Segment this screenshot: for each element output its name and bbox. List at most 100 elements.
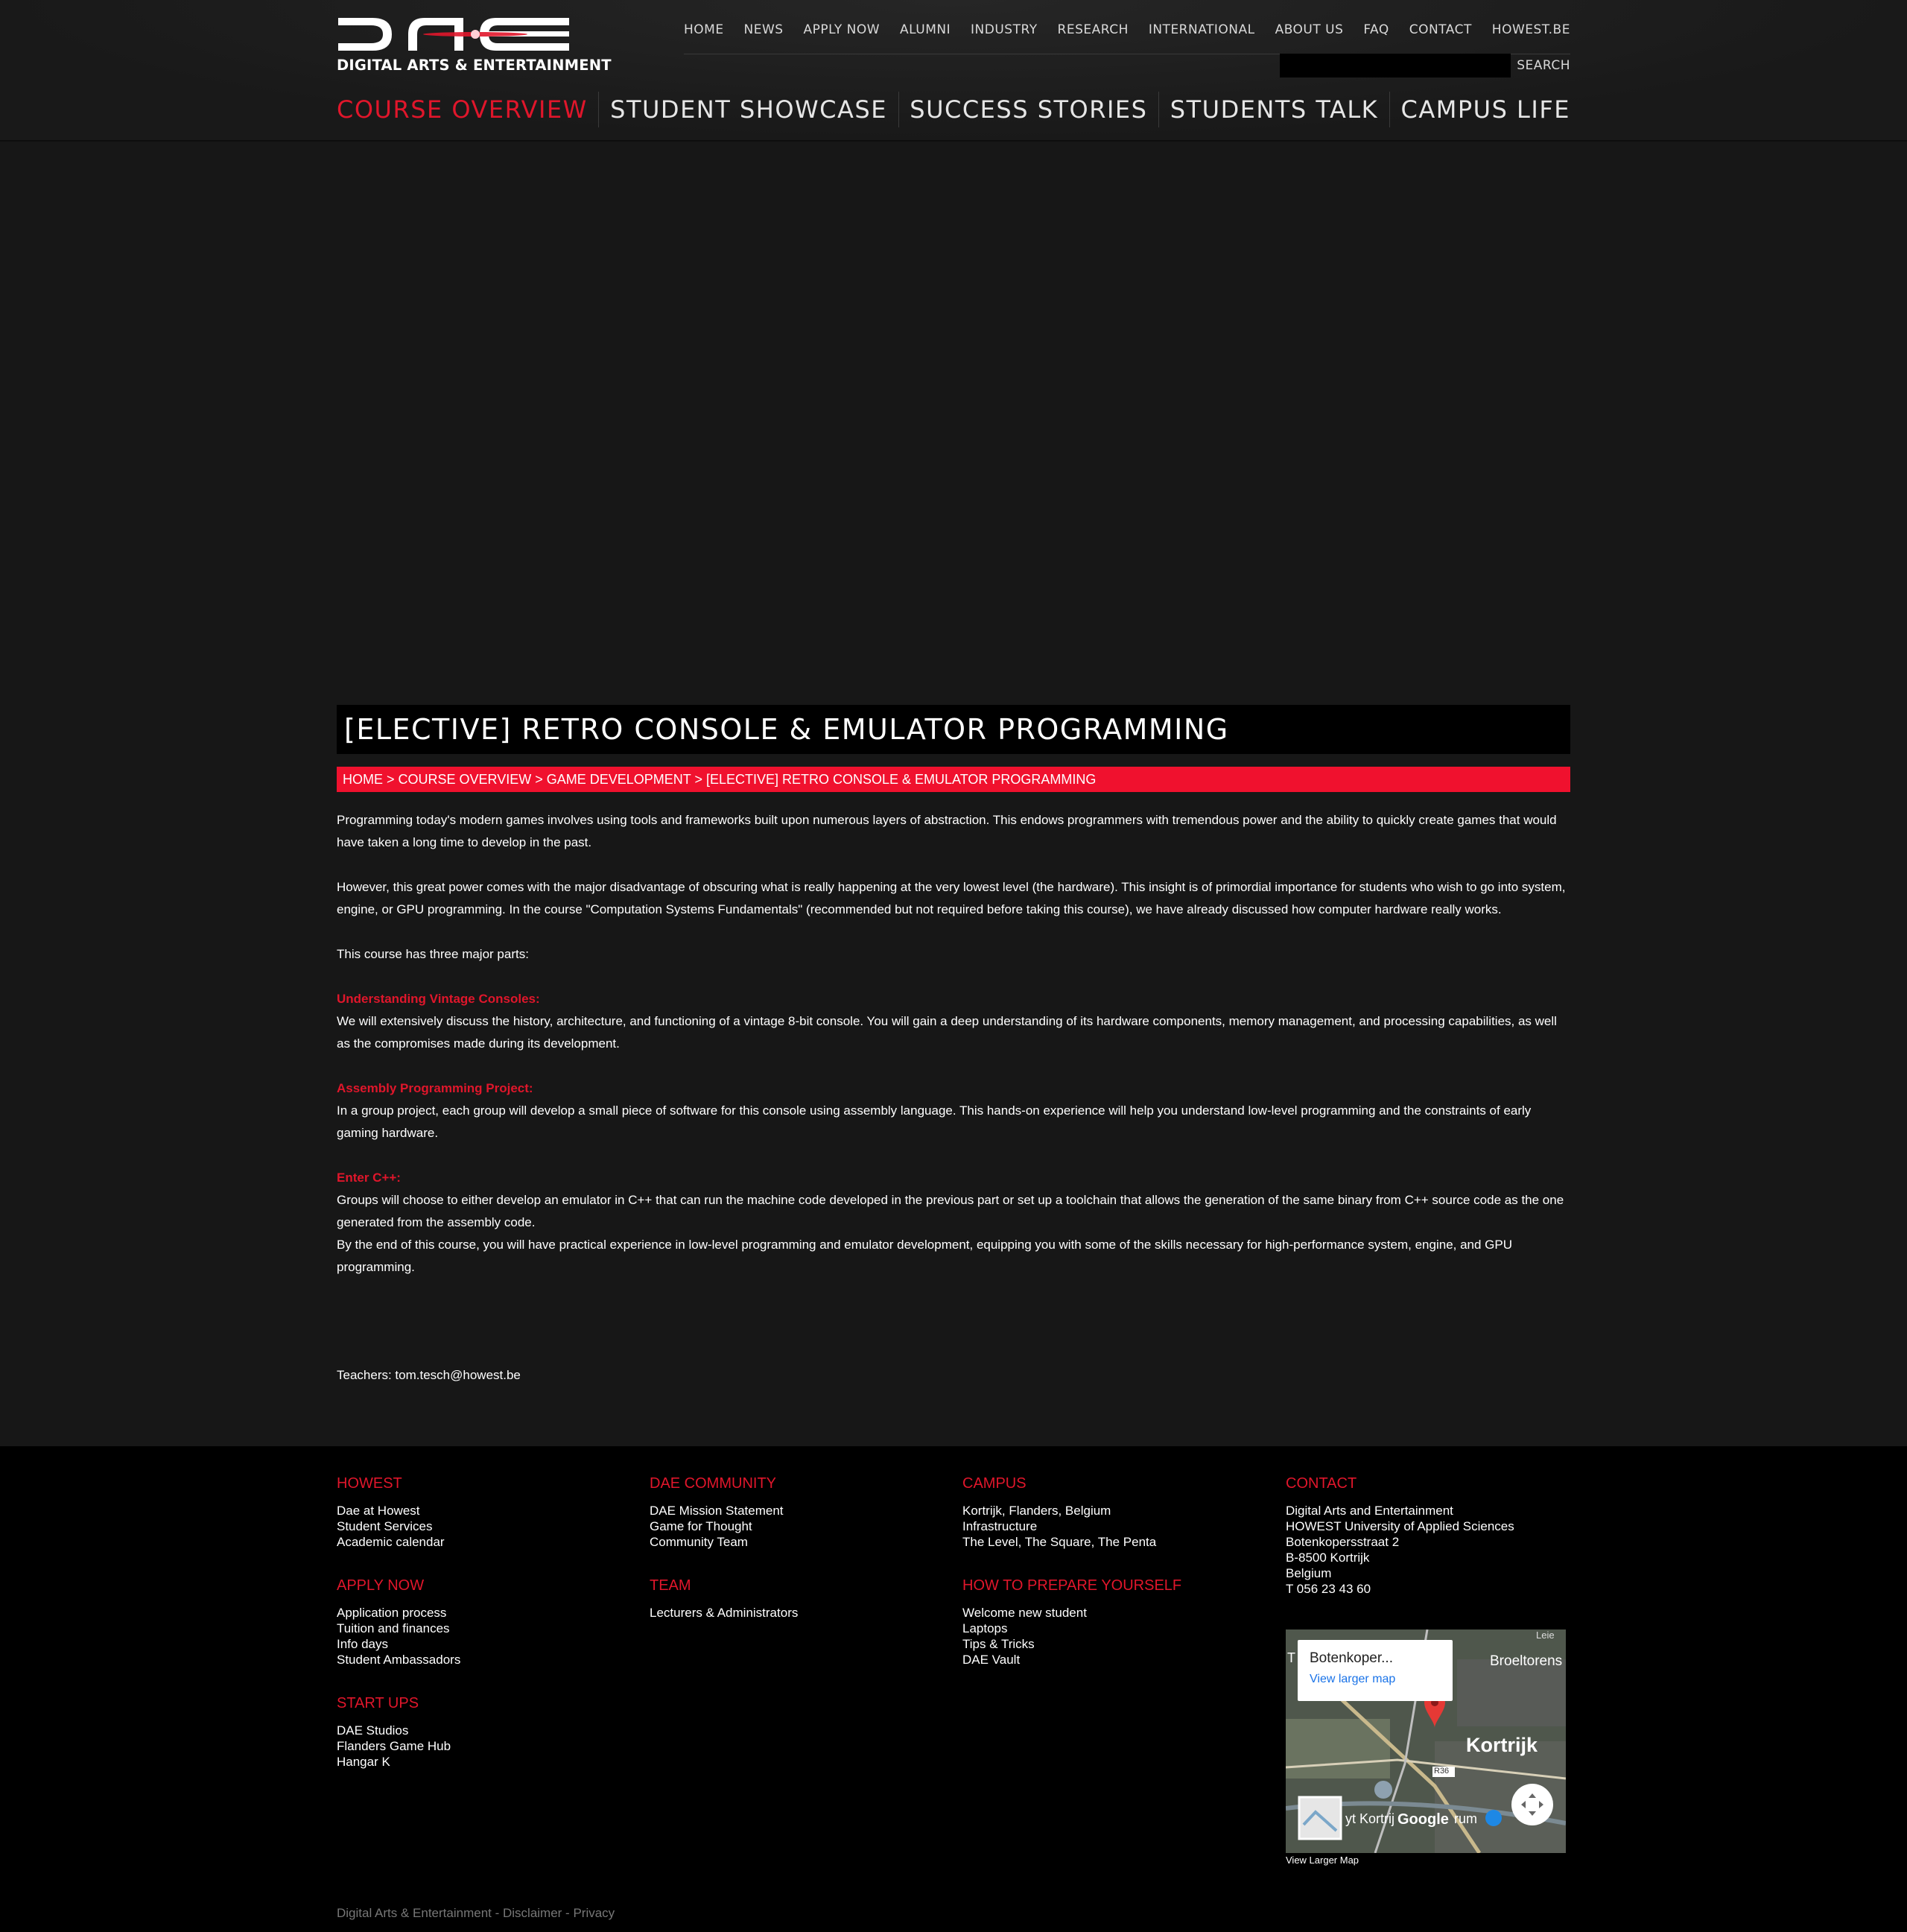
footer-link[interactable]: Tips & Tricks <box>962 1636 1260 1652</box>
part-text: We will extensively discuss the history,… <box>337 1014 1557 1051</box>
topnav-industry[interactable]: INDUSTRY <box>971 22 1038 37</box>
view-larger-map-link[interactable]: View larger map <box>1310 1673 1395 1686</box>
footer-link[interactable]: Flanders Game Hub <box>337 1738 635 1754</box>
footer-link[interactable]: DAE Mission Statement <box>650 1503 948 1518</box>
course-description: Programming today's modern games involve… <box>337 809 1570 1279</box>
footer-link[interactable]: Academic calendar <box>337 1534 635 1550</box>
topnav-research[interactable]: RESEARCH <box>1058 22 1129 37</box>
map-label-place: Broeltorens <box>1490 1653 1563 1669</box>
footer-link[interactable]: Tuition and finances <box>337 1621 635 1636</box>
google-logo: Google <box>1397 1811 1449 1828</box>
footer-link[interactable]: Dae at Howest <box>337 1503 635 1518</box>
footer-link[interactable]: DAE Studios <box>337 1723 635 1738</box>
breadcrumb-trail[interactable]: HOME > COURSE OVERVIEW > GAME DEVELOPMEN… <box>343 772 1096 788</box>
footer-heading[interactable]: TEAM <box>650 1577 948 1594</box>
hardware-paragraph: However, this great power comes with the… <box>337 880 1566 916</box>
page-title: [ELECTIVE] RETRO CONSOLE & EMULATOR PROG… <box>344 713 1229 746</box>
contact-line: B-8500 Kortrijk <box>1286 1551 1370 1565</box>
site-header: DIGITAL ARTS & ENTERTAINMENT HOME NEWS A… <box>0 0 1907 142</box>
breadcrumb: HOME > COURSE OVERVIEW > GAME DEVELOPMEN… <box>337 767 1570 792</box>
part-text: In a group project, each group will deve… <box>337 1103 1532 1140</box>
part-heading: Enter C++: <box>337 1171 401 1185</box>
closing-paragraph: By the end of this course, you will have… <box>337 1238 1513 1274</box>
footer-column-community: DAE COMMUNITY DAE Mission Statement Game… <box>650 1475 948 1647</box>
footer-link[interactable]: Student Services <box>337 1518 635 1534</box>
contact-line: Belgium <box>1286 1566 1332 1580</box>
footer-column-howest: HOWEST Dae at Howest Student Services Ac… <box>337 1475 635 1796</box>
contact-line: HOWEST University of Applied Sciences <box>1286 1519 1514 1533</box>
footer-bottom-privacy[interactable]: Privacy <box>573 1906 615 1920</box>
topnav-howest[interactable]: HOWEST.BE <box>1492 22 1570 37</box>
footer-bottom-disclaimer[interactable]: Disclaimer <box>503 1906 562 1920</box>
contact-line: Digital Arts and Entertainment <box>1286 1504 1453 1518</box>
map-info-popup: Botenkoper... View larger map <box>1298 1640 1453 1701</box>
map-label-rum: rum <box>1454 1811 1477 1826</box>
footer-link[interactable]: Application process <box>337 1605 635 1621</box>
topnav-about-us[interactable]: ABOUT US <box>1275 22 1344 37</box>
view-larger-map-caption[interactable]: View Larger Map <box>1286 1855 1359 1866</box>
footer-heading[interactable]: APPLY NOW <box>337 1577 635 1594</box>
topnav-apply-now[interactable]: APPLY NOW <box>804 22 880 37</box>
footer-link[interactable]: Welcome new student <box>962 1605 1260 1621</box>
teachers-line: Teachers: tom.tesch@howest.be <box>337 1368 521 1382</box>
mainnav-campus-life[interactable]: CAMPUS LIFE <box>1401 95 1570 124</box>
footer-link[interactable]: Student Ambassadors <box>337 1652 635 1667</box>
footer-link[interactable]: Game for Thought <box>650 1518 948 1534</box>
footer-link[interactable]: Info days <box>337 1636 635 1652</box>
footer-bottom-links: Digital Arts & Entertainment - Disclaime… <box>337 1906 615 1920</box>
map-label-leie: Leie <box>1536 1629 1555 1641</box>
part-vintage-consoles: Understanding Vintage Consoles: We will … <box>337 988 1570 1055</box>
contact-line: T 056 23 43 60 <box>1286 1582 1371 1596</box>
part-enter-cpp: Enter C++: Groups will choose to either … <box>337 1167 1570 1234</box>
mainnav-student-showcase[interactable]: STUDENT SHOWCASE <box>610 95 887 124</box>
site-footer: HOWEST Dae at Howest Student Services Ac… <box>0 1446 1907 1932</box>
parts-intro: This course has three major parts: <box>337 947 529 961</box>
footer-heading[interactable]: HOW TO PREPARE YOURSELF <box>962 1577 1260 1594</box>
main-navigation: COURSE OVERVIEW STUDENT SHOWCASE SUCCESS… <box>337 88 1570 131</box>
mainnav-course-overview[interactable]: COURSE OVERVIEW <box>337 95 588 124</box>
embedded-map[interactable]: Kortrijk Broeltorens R36 yt Kortrij Goog… <box>1286 1629 1566 1853</box>
part-heading: Assembly Programming Project: <box>337 1081 533 1095</box>
map-label-city: Kortrijk <box>1466 1734 1538 1756</box>
footer-column-campus: CAMPUS Kortrijk, Flanders, Belgium Infra… <box>962 1475 1260 1694</box>
footer-link[interactable]: Laptops <box>962 1621 1260 1636</box>
topnav-faq[interactable]: FAQ <box>1363 22 1389 37</box>
footer-link[interactable]: Community Team <box>650 1534 948 1550</box>
footer-column-contact: CONTACT Digital Arts and Entertainment H… <box>1286 1475 1584 1597</box>
top-navigation: HOME NEWS APPLY NOW ALUMNI INDUSTRY RESE… <box>684 13 1570 54</box>
nav-divider <box>898 92 899 127</box>
footer-link[interactable]: Lecturers & Administrators <box>650 1605 948 1621</box>
mainnav-students-talk[interactable]: STUDENTS TALK <box>1170 95 1378 124</box>
footer-link[interactable]: Hangar K <box>337 1754 635 1770</box>
map-label-street: yt Kortrij <box>1345 1811 1395 1826</box>
search-button[interactable]: SEARCH <box>1517 58 1570 73</box>
topnav-news[interactable]: NEWS <box>744 22 784 37</box>
footer-link[interactable]: Infrastructure <box>962 1518 1260 1534</box>
map-popup-title: Botenkoper... <box>1310 1650 1393 1666</box>
search-input[interactable] <box>1280 54 1511 77</box>
footer-heading[interactable]: HOWEST <box>337 1475 635 1492</box>
intro-paragraph: Programming today's modern games involve… <box>337 813 1557 849</box>
footer-heading[interactable]: CAMPUS <box>962 1475 1260 1492</box>
topnav-international[interactable]: INTERNATIONAL <box>1149 22 1255 37</box>
topnav-contact[interactable]: CONTACT <box>1409 22 1472 37</box>
nav-divider <box>1389 92 1390 127</box>
page-title-bar: [ELECTIVE] RETRO CONSOLE & EMULATOR PROG… <box>337 705 1570 754</box>
map-layer-toggle-icon[interactable] <box>1299 1797 1341 1839</box>
footer-heading[interactable]: DAE COMMUNITY <box>650 1475 948 1492</box>
contact-line: Botenkopersstraat 2 <box>1286 1535 1400 1549</box>
footer-link[interactable]: DAE Vault <box>962 1652 1260 1667</box>
map-fullscreen-icon[interactable] <box>1512 1779 1552 1819</box>
footer-bottom-home[interactable]: Digital Arts & Entertainment <box>337 1906 492 1920</box>
topnav-home[interactable]: HOME <box>684 22 724 37</box>
search-bar: SEARCH <box>1280 54 1570 77</box>
footer-heading[interactable]: CONTACT <box>1286 1475 1584 1492</box>
topnav-alumni[interactable]: ALUMNI <box>900 22 951 37</box>
part-assembly-project: Assembly Programming Project: In a group… <box>337 1077 1570 1144</box>
part-heading: Understanding Vintage Consoles: <box>337 992 540 1006</box>
footer-link[interactable]: Kortrijk, Flanders, Belgium <box>962 1503 1260 1518</box>
nav-divider <box>598 92 600 127</box>
footer-heading[interactable]: START UPS <box>337 1694 635 1712</box>
mainnav-success-stories[interactable]: SUCCESS STORIES <box>910 95 1147 124</box>
footer-link[interactable]: The Level, The Square, The Penta <box>962 1534 1260 1550</box>
